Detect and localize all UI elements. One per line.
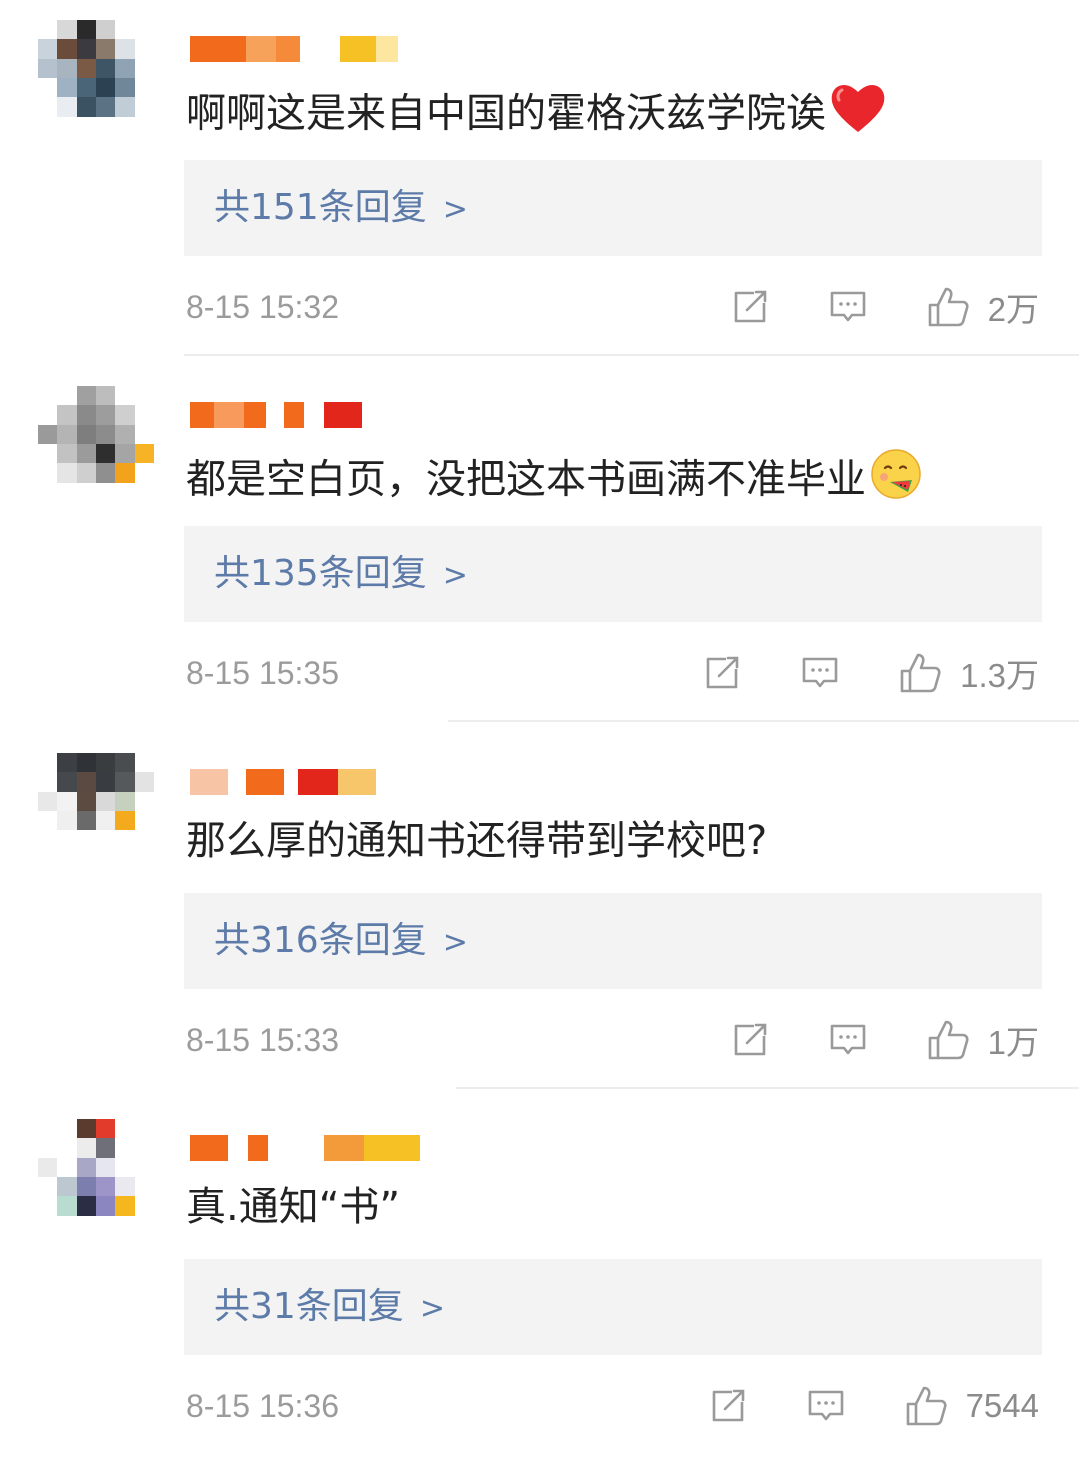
comment-button[interactable] [806, 1386, 846, 1426]
divider [448, 720, 1079, 722]
timestamp: 8-15 15:33 [186, 1022, 340, 1058]
avatar[interactable] [38, 20, 154, 136]
comment-icon [830, 1024, 865, 1055]
comment-text: 啊啊这是来自中国的霍格沃兹学院诶 [186, 80, 888, 151]
username-blurred[interactable] [190, 757, 450, 807]
reply-box[interactable]: 共316条回复 > [184, 893, 1042, 989]
chevron-right-icon: > [442, 925, 468, 960]
username-blurred[interactable] [190, 24, 450, 74]
thumbs-up-icon [928, 1020, 969, 1060]
like-button[interactable]: 2万 [926, 283, 1039, 331]
like-count: 1万 [987, 1024, 1039, 1061]
like-button[interactable]: 1万 [926, 1016, 1039, 1064]
chevron-right-icon: > [442, 558, 468, 593]
comment-text: 真.通知“书” [186, 1184, 401, 1230]
action-bar: 1.3万 [702, 648, 1039, 698]
share-icon [706, 656, 739, 689]
avatar[interactable] [38, 1119, 154, 1235]
action-bar: 7544 [708, 1381, 1039, 1431]
comment-button[interactable] [800, 653, 840, 693]
share-button[interactable] [708, 1386, 748, 1426]
comment-item: 那么厚的通知书还得带到学校吧? 共316条回复 > 8-15 15:33 1万 [0, 733, 1079, 1099]
thumbs-up-icon [906, 1386, 947, 1426]
view-replies-link[interactable]: 共135条回复 > [214, 546, 468, 604]
share-button[interactable] [730, 1020, 770, 1060]
divider [456, 1087, 1079, 1089]
share-icon [734, 1023, 766, 1056]
like-count: 2万 [987, 291, 1039, 328]
face-eating-watermelon-icon [868, 446, 924, 517]
reply-box[interactable]: 共31条回复 > [184, 1259, 1042, 1355]
comment-icon [802, 657, 838, 688]
comment-item: 真.通知“书” 共31条回复 > 8-15 15:36 7544 [0, 1099, 1079, 1465]
view-replies-link[interactable]: 共151条回复 > [214, 180, 468, 238]
comment-icon [808, 1390, 843, 1421]
comment-text: 都是空白页，没把这本书画满不准毕业 [186, 446, 924, 517]
username-blurred[interactable] [190, 390, 450, 440]
comment-item: 啊啊这是来自中国的霍格沃兹学院诶 共151条回复 > 8-15 15:32 2万 [0, 0, 1079, 366]
thumbs-up-icon [928, 287, 969, 327]
username-blurred[interactable] [190, 1123, 450, 1173]
chevron-right-icon: > [442, 192, 468, 227]
comment-item: 都是空白页，没把这本书画满不准毕业 共135条回复 > 8-15 15:35 1.… [0, 366, 1079, 732]
share-button[interactable] [702, 653, 742, 693]
red-heart-icon [828, 80, 888, 151]
view-replies-link[interactable]: 共316条回复 > [214, 913, 468, 971]
timestamp: 8-15 15:32 [186, 289, 340, 325]
action-bar: 2万 [730, 282, 1039, 332]
comment-icon [830, 291, 865, 322]
like-button[interactable]: 7544 [904, 1384, 1039, 1428]
timestamp: 8-15 15:35 [186, 655, 340, 691]
like-count: 1.3万 [960, 657, 1039, 694]
share-button[interactable] [730, 287, 770, 327]
avatar[interactable] [38, 753, 154, 869]
comment-text: 那么厚的通知书还得带到学校吧? [186, 818, 768, 864]
reply-box[interactable]: 共151条回复 > [184, 160, 1042, 256]
avatar[interactable] [38, 386, 154, 502]
action-bar: 1万 [730, 1015, 1039, 1065]
chevron-right-icon: > [419, 1291, 445, 1326]
share-icon [734, 290, 766, 323]
comment-button[interactable] [828, 287, 868, 327]
timestamp: 8-15 15:36 [186, 1388, 340, 1424]
like-count: 7544 [965, 1387, 1039, 1424]
thumbs-up-icon [900, 653, 941, 693]
like-button[interactable]: 1.3万 [898, 649, 1039, 697]
divider [184, 354, 1079, 356]
reply-box[interactable]: 共135条回复 > [184, 526, 1042, 622]
view-replies-link[interactable]: 共31条回复 > [214, 1279, 445, 1337]
comment-button[interactable] [828, 1020, 868, 1060]
share-icon [712, 1389, 744, 1422]
